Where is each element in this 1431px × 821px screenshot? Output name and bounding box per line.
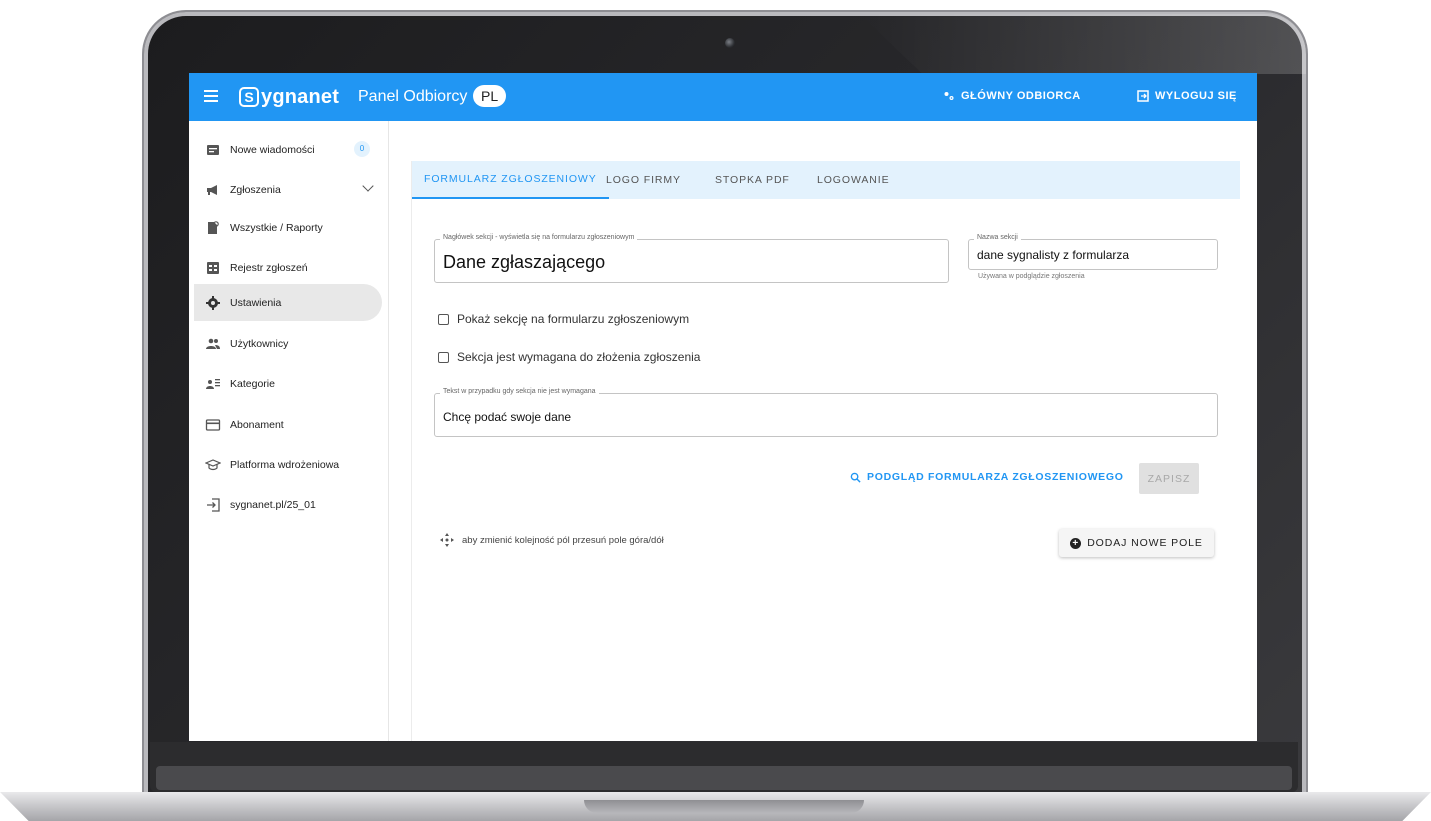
megaphone-icon xyxy=(207,184,217,195)
sidebar-item-new-messages[interactable]: Nowe wiadomości 0 xyxy=(194,131,382,168)
settings-card: FORMULARZ ZGŁOSZENIOWY LOGO FIRMY STOPKA… xyxy=(411,161,1240,741)
required-section-checkbox-row[interactable]: Sekcja jest wymagana do złożenia zgłosze… xyxy=(438,350,700,364)
optional-text-value[interactable]: Chcę podać swoje dane xyxy=(443,410,571,424)
sidebar: Nowe wiadomości 0 Zgłoszenia Wszystkie /… xyxy=(189,121,388,571)
section-name-legend: Nazwa sekcji xyxy=(974,234,1021,241)
logo-mark: S xyxy=(239,87,259,107)
add-circle-icon: + xyxy=(1070,537,1082,549)
login-icon xyxy=(207,497,220,512)
users-cog-icon xyxy=(944,92,954,100)
top-app-bar: S ygnanet Panel Odbiorcy PL GŁÓWNY ODBIO… xyxy=(189,73,1257,121)
sidebar-item-label: Wszystkie / Raporty xyxy=(230,221,323,234)
sidebar-item-label: Nowe wiadomości xyxy=(230,143,315,156)
report-search-icon xyxy=(208,220,219,234)
sidebar-item-label: Ustawienia xyxy=(230,296,282,309)
main-receiver-button[interactable]: GŁÓWNY ODBIORCA xyxy=(943,90,1081,102)
form-preview-button[interactable]: PODGLĄD FORMULARZA ZGŁOSZENIOWEGO xyxy=(850,471,1124,483)
show-section-checkbox-row[interactable]: Pokaż sekcję na formularzu zgłoszeniowym xyxy=(438,312,689,326)
inbox-icon xyxy=(207,144,219,155)
sidebar-item-label: Zgłoszenia xyxy=(230,183,281,196)
save-button[interactable]: ZAPISZ xyxy=(1139,463,1199,494)
logout-button[interactable]: WYLOGUJ SIĘ xyxy=(1137,90,1237,102)
language-badge[interactable]: PL xyxy=(473,85,507,107)
required-section-checkbox[interactable] xyxy=(438,351,449,363)
optional-text-field[interactable]: Tekst w przypadku gdy sekcja nie jest wy… xyxy=(434,388,1218,437)
sidebar-item-login-link[interactable]: sygnanet.pl/25_01 xyxy=(194,486,382,523)
reorder-hint: aby zmienić kolejność pól przesuń pole g… xyxy=(440,533,664,547)
unread-count-badge: 0 xyxy=(354,141,370,157)
section-header-legend: Nagłówek sekcji - wyświetla się na formu… xyxy=(440,234,638,241)
add-field-button[interactable]: + DODAJ NOWE POLE xyxy=(1059,529,1214,557)
sidebar-item-categories[interactable]: Kategorie xyxy=(194,365,382,402)
graduation-cap-icon xyxy=(205,458,221,470)
sidebar-item-onboarding[interactable]: Platforma wdrożeniowa xyxy=(194,446,382,483)
sidebar-item-reports[interactable]: Zgłoszenia xyxy=(194,171,382,208)
laptop-hinge xyxy=(156,766,1292,790)
sidebar-item-users[interactable]: Użytkownicy xyxy=(194,325,382,362)
section-header-field[interactable]: Nagłówek sekcji - wyświetla się na formu… xyxy=(434,234,949,283)
tab-company-logo[interactable]: LOGO FIRMY xyxy=(606,161,681,199)
logout-icon xyxy=(1137,90,1149,102)
required-section-label: Sekcja jest wymagana do złożenia zgłosze… xyxy=(457,350,701,364)
logout-label: WYLOGUJ SIĘ xyxy=(1155,90,1237,102)
optional-text-legend: Tekst w przypadku gdy sekcja nie jest wy… xyxy=(440,388,599,395)
webcam xyxy=(725,38,735,48)
form-preview-label: PODGLĄD FORMULARZA ZGŁOSZENIOWEGO xyxy=(867,471,1124,483)
reorder-hint-text: aby zmienić kolejność pól przesuń pole g… xyxy=(462,534,664,546)
sidebar-item-label: Platforma wdrożeniowa xyxy=(230,458,340,471)
categories-icon xyxy=(206,378,220,389)
menu-icon[interactable] xyxy=(201,87,221,107)
tab-pdf-footer[interactable]: STOPKA PDF xyxy=(715,161,790,199)
gear-icon xyxy=(206,295,220,310)
settings-tabs: FORMULARZ ZGŁOSZENIOWY LOGO FIRMY STOPKA… xyxy=(412,161,1240,199)
sidebar-item-settings[interactable]: Ustawienia xyxy=(194,284,382,321)
sidebar-item-label: Abonament xyxy=(230,418,284,431)
sygnanet-logo: S ygnanet xyxy=(239,83,339,111)
sidebar-item-register[interactable]: Rejestr zgłoszeń xyxy=(194,249,382,286)
logo-text: ygnanet xyxy=(261,85,340,108)
app-screen: S ygnanet Panel Odbiorcy PL GŁÓWNY ODBIO… xyxy=(189,73,1257,741)
sidebar-item-label: Kategorie xyxy=(230,377,275,390)
sidebar-item-all-reports[interactable]: Wszystkie / Raporty xyxy=(194,209,382,246)
laptop-notch xyxy=(584,800,864,813)
tab-report-form[interactable]: FORMULARZ ZGŁOSZENIOWY xyxy=(412,161,609,199)
sidebar-item-label: Użytkownicy xyxy=(230,337,289,350)
tab-login[interactable]: LOGOWANIE xyxy=(817,161,889,199)
card-icon xyxy=(205,418,221,431)
register-icon xyxy=(207,261,219,274)
section-name-value[interactable]: dane sygnalisty z formularza xyxy=(977,248,1129,262)
sidebar-item-label: Rejestr zgłoszeń xyxy=(230,261,308,274)
section-header-value[interactable]: Dane zgłaszającego xyxy=(443,252,605,273)
panel-title: Panel Odbiorcy xyxy=(358,88,468,105)
sidebar-item-label: sygnanet.pl/25_01 xyxy=(230,498,316,511)
sidebar-divider xyxy=(388,121,389,741)
add-field-label: DODAJ NOWE POLE xyxy=(1087,537,1203,549)
chevron-down-icon[interactable] xyxy=(362,180,374,192)
show-section-checkbox[interactable] xyxy=(438,313,449,325)
search-icon xyxy=(850,472,861,483)
move-arrows-icon xyxy=(440,533,454,547)
section-name-field[interactable]: Nazwa sekcji dane sygnalisty z formularz… xyxy=(968,234,1218,270)
sidebar-item-subscription[interactable]: Abonament xyxy=(194,406,382,443)
section-name-helper-text: Używana w podglądzie zgłoszenia xyxy=(978,273,1085,280)
show-section-label: Pokaż sekcję na formularzu zgłoszeniowym xyxy=(457,312,690,326)
users-icon xyxy=(206,338,220,349)
main-receiver-label: GŁÓWNY ODBIORCA xyxy=(961,90,1081,102)
screen-glare xyxy=(860,14,1306,74)
